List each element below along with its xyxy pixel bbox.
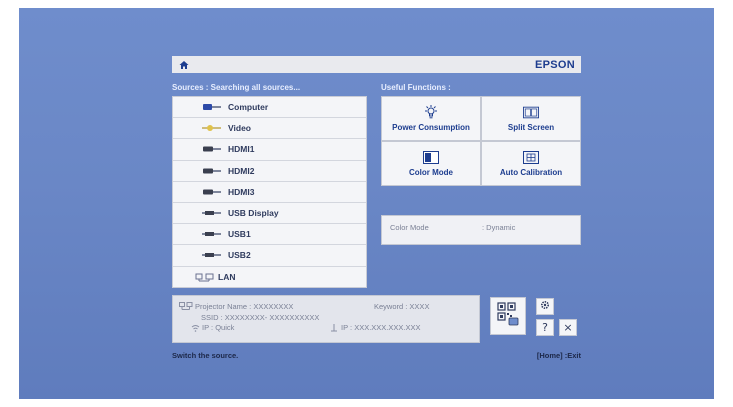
lightbulb-icon [423,105,439,119]
source-item-hdmi3[interactable]: HDMI3 [173,182,366,203]
lan-icon [195,273,215,282]
wired-lan-icon [330,324,338,334]
keyword: Keyword : XXXX [374,302,430,311]
source-item-usb1[interactable]: USB1 [173,224,366,246]
source-item-hdmi2[interactable]: HDMI2 [173,161,366,182]
source-label: USB1 [228,229,251,240]
help-button[interactable]: ? [536,319,554,336]
color-mode-status: Color Mode : Dynamic [381,215,581,245]
home-icon[interactable] [178,59,190,71]
network-icon [179,302,193,313]
status-value: : Dynamic [482,223,516,232]
top-bar: EPSON [172,56,581,73]
hdmi-port-icon [201,188,225,196]
ssid: SSID : XXXXXXXX- XXXXXXXXXX [201,313,320,322]
source-list: Computer Video HDMI1 HDMI2 HDMI3 USB Dis… [172,96,367,288]
projector-name: Projector Name : XXXXXXXX [195,302,294,311]
source-label: USB2 [228,250,251,261]
settings-button[interactable] [536,298,554,315]
footer-exit: [Home] :Exit [536,351,581,360]
source-label: HDMI3 [228,186,255,197]
power-consumption-label: Power Consumption [392,123,470,132]
power-consumption-button[interactable]: Power Consumption [381,96,481,141]
split-screen-icon [523,105,539,119]
source-label: Computer [228,102,269,113]
qr-code-button[interactable] [490,297,526,335]
network-info-panel: Projector Name : XXXXXXXX Keyword : XXXX… [172,295,480,343]
projector-home-screen: EPSON Sources : Searching all sources...… [19,8,714,399]
source-label: Video [228,123,251,134]
hdmi-port-icon [201,145,225,153]
split-screen-button[interactable]: Split Screen [481,96,581,141]
source-label: USB Display [228,208,279,219]
qr-code-icon [497,302,519,330]
source-item-usb-display[interactable]: USB Display [173,203,366,225]
video-port-icon [201,124,225,132]
source-item-computer[interactable]: Computer [173,97,366,119]
computer-port-icon [201,103,225,111]
color-mode-label: Color Mode [409,168,453,177]
gear-icon [540,300,550,313]
split-screen-label: Split Screen [507,123,555,132]
usb-port-icon [201,209,225,217]
color-mode-button[interactable]: Color Mode [381,141,481,186]
useful-functions-grid: Power Consumption Split Screen Color Mod… [381,96,581,186]
source-label: HDMI1 [228,144,255,155]
wifi-icon [191,324,200,334]
functions-heading: Useful Functions : [381,83,451,92]
ip-wired: IP : XXX.XXX.XXX.XXX [341,323,421,332]
source-item-video[interactable]: Video [173,118,366,140]
source-item-hdmi1[interactable]: HDMI1 [173,139,366,161]
auto-calibration-label: Auto Calibration [499,168,563,177]
color-mode-icon [423,150,439,164]
auto-calibration-icon [523,150,539,164]
source-label: HDMI2 [228,165,255,176]
ip-quick: IP : Quick [202,323,235,332]
footer-hint: Switch the source. [172,351,239,360]
auto-calibration-button[interactable]: Auto Calibration [481,141,581,186]
hdmi-port-icon [201,167,225,175]
status-key: Color Mode [390,223,429,232]
sources-heading: Sources : Searching all sources... [172,83,301,92]
close-button[interactable]: × [559,319,577,336]
source-item-lan[interactable]: LAN [173,267,366,288]
source-label: LAN [218,272,236,283]
usb-port-icon [201,251,225,259]
source-item-usb2[interactable]: USB2 [173,245,366,267]
usb-port-icon [201,230,225,238]
brand-logo: EPSON [534,58,575,71]
